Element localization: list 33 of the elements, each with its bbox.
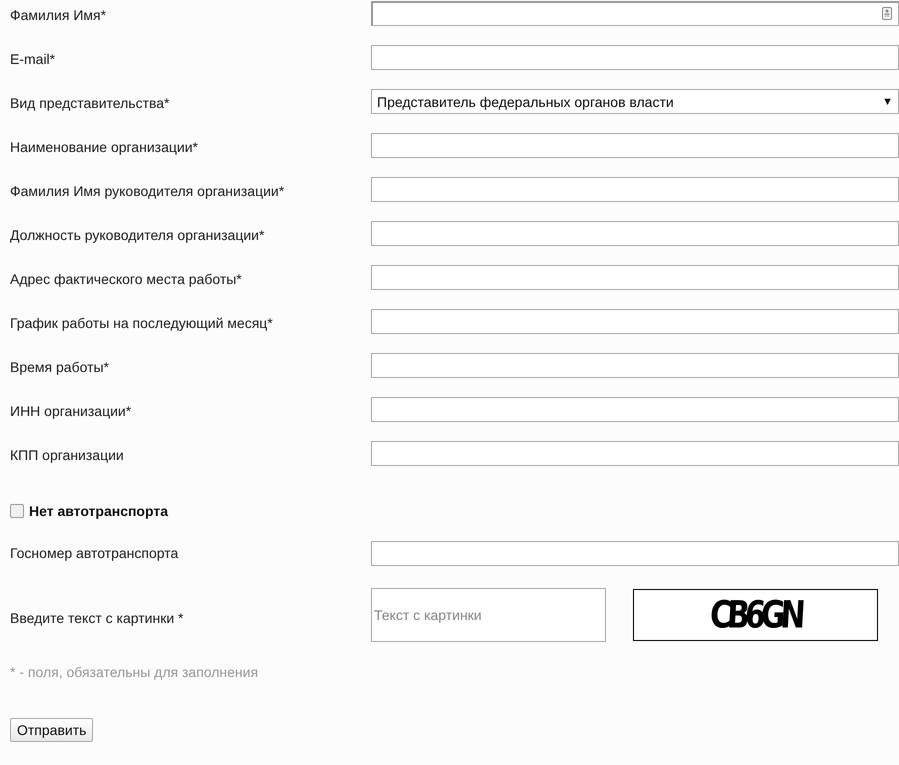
input-field[interactable]	[371, 397, 899, 422]
field-label: График работы на последующий месяц*	[10, 314, 274, 331]
checkbox-label: Нет автотранспорта	[29, 503, 168, 519]
field-label: Время работы*	[10, 358, 110, 375]
field-label: Адрес фактического места работы*	[10, 270, 243, 287]
field-label: E-mail*	[10, 50, 56, 67]
submit-button[interactable]: Отправить	[10, 718, 94, 742]
field-label: Наименование организации*	[10, 138, 199, 155]
checkbox[interactable]	[10, 504, 24, 518]
select-field[interactable]: Представитель федеральных органов власти ▼	[371, 89, 899, 114]
input-field[interactable]	[371, 309, 899, 334]
input-field[interactable]	[371, 221, 899, 246]
field-label: КПП организации	[10, 446, 125, 463]
field-label: Введите текст с картинки *	[10, 609, 184, 626]
field-label: Должность руководителя организации*	[10, 226, 266, 243]
footnote: * - поля, обязательны для заполнения	[10, 664, 260, 680]
input-field[interactable]	[371, 1, 899, 26]
input-field[interactable]	[371, 45, 899, 70]
input-field[interactable]	[371, 265, 899, 290]
captcha-field[interactable]: Текст с картинки	[371, 588, 606, 642]
input-field[interactable]	[371, 177, 899, 202]
input-field[interactable]	[371, 353, 899, 378]
caret-icon: ▼	[882, 96, 893, 108]
contact-card-icon[interactable]	[882, 7, 892, 20]
field-label: Вид представительства*	[10, 94, 170, 111]
field-label: Фамилия Имя*	[10, 6, 108, 23]
field-label: ИНН организации*	[10, 402, 132, 419]
field-label: Фамилия Имя руководителя организации*	[10, 182, 286, 199]
input-field[interactable]	[371, 541, 899, 566]
input-field[interactable]	[371, 133, 899, 158]
field-label: Госномер автотранспорта	[10, 544, 180, 561]
input-field[interactable]	[371, 441, 899, 466]
captcha-image: CB6GN	[633, 589, 878, 641]
